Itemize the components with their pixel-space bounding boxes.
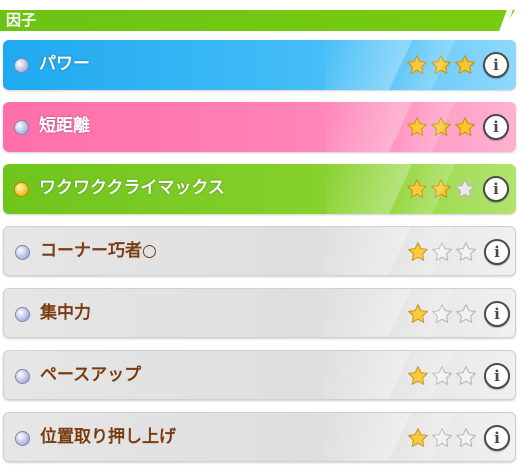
star-rating <box>407 241 477 263</box>
factor-name: パワー <box>39 54 90 74</box>
star-filled-icon <box>407 117 427 136</box>
factor-name: ワクワククライマックス <box>39 178 225 198</box>
factor-name: ペースアップ <box>40 365 142 385</box>
star-filled-icon <box>408 428 428 447</box>
gem-icon <box>14 182 29 197</box>
factor-row: 位置取り押し上げ i <box>3 412 516 462</box>
factor-list: パワー i 短距離 i ワクワククライマックス i コーナー巧者○ i 集中力 … <box>3 40 516 474</box>
info-button[interactable]: i <box>484 301 510 327</box>
star-empty-icon <box>455 179 475 198</box>
gem-icon <box>15 307 30 322</box>
star-filled-icon <box>431 55 451 74</box>
star-empty-icon <box>432 304 452 323</box>
info-button[interactable]: i <box>484 239 510 265</box>
star-filled-icon <box>407 55 427 74</box>
factor-header-title: 因子 <box>6 11 37 29</box>
star-empty-icon <box>456 304 476 323</box>
star-filled-icon <box>455 55 475 74</box>
star-filled-icon <box>431 179 451 198</box>
star-rating <box>407 427 477 449</box>
star-empty-icon <box>456 242 476 261</box>
star-filled-icon <box>407 179 427 198</box>
info-button[interactable]: i <box>484 363 510 389</box>
star-filled-icon <box>408 304 428 323</box>
factor-row: コーナー巧者○ i <box>3 226 516 276</box>
factor-row: 短距離 i <box>3 102 516 152</box>
star-empty-icon <box>432 366 452 385</box>
factor-row: パワー i <box>3 40 516 90</box>
factor-name: 集中力 <box>40 303 91 323</box>
star-rating <box>406 116 476 138</box>
factor-row: ペースアップ i <box>3 350 516 400</box>
star-empty-icon <box>432 428 452 447</box>
info-button[interactable]: i <box>483 114 509 140</box>
gem-icon <box>15 369 30 384</box>
star-filled-icon <box>455 117 475 136</box>
info-button[interactable]: i <box>484 425 510 451</box>
gem-icon <box>15 245 30 260</box>
gem-icon <box>15 431 30 446</box>
star-rating <box>407 303 477 325</box>
star-empty-icon <box>456 428 476 447</box>
star-filled-icon <box>408 242 428 261</box>
star-empty-icon <box>432 242 452 261</box>
star-filled-icon <box>408 366 428 385</box>
factor-row: ワクワククライマックス i <box>3 164 516 214</box>
factor-name: 位置取り押し上げ <box>40 427 176 447</box>
star-rating <box>406 54 476 76</box>
gem-icon <box>14 120 29 135</box>
factor-header-bar: 因子 <box>0 10 515 31</box>
factor-row: 集中力 i <box>3 288 516 338</box>
star-rating <box>406 178 476 200</box>
star-empty-icon <box>456 366 476 385</box>
factor-name: コーナー巧者○ <box>40 241 157 261</box>
info-button[interactable]: i <box>483 176 509 202</box>
star-filled-icon <box>431 117 451 136</box>
star-rating <box>407 365 477 387</box>
info-button[interactable]: i <box>483 52 509 78</box>
factor-name: 短距離 <box>39 116 90 136</box>
gem-icon <box>14 58 29 73</box>
